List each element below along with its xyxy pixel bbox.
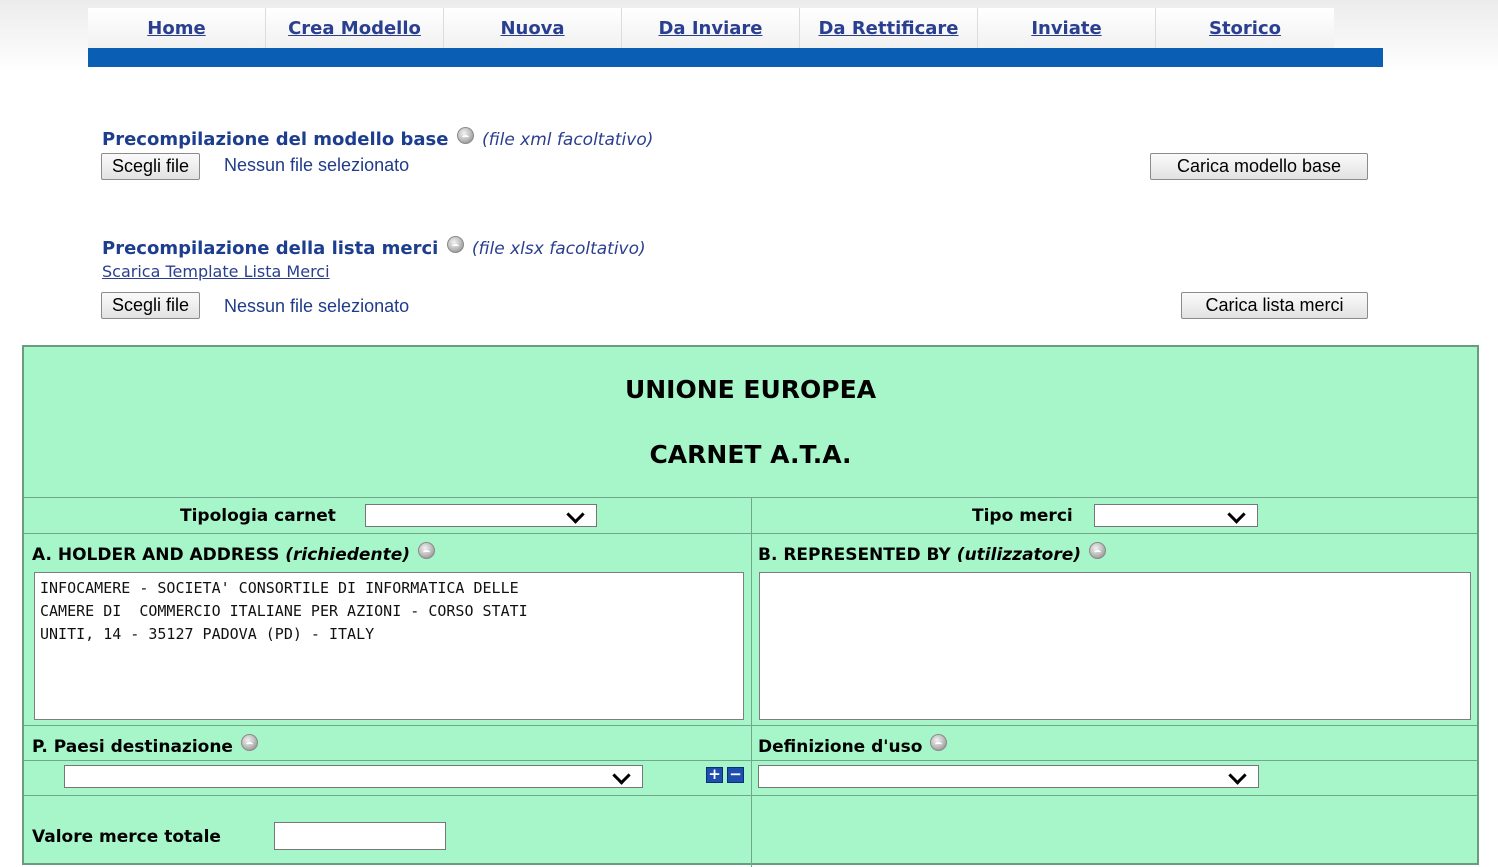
valore-label: Valore merce totale	[32, 827, 221, 847]
chevron-down-icon	[612, 766, 631, 785]
load-base-model-button[interactable]: Carica modello base	[1150, 153, 1368, 180]
represented-hint: (utilizzatore)	[956, 545, 1082, 565]
tipologia-label: Tipologia carnet	[180, 506, 336, 526]
info-icon[interactable]	[240, 734, 258, 751]
form-heading-eu: UNIONE EUROPEA	[624, 375, 877, 404]
holder-textarea[interactable]: INFOCAMERE - SOCIETA' CONSORTILE DI INFO…	[34, 572, 744, 720]
base-upload-title-text: Precompilazione del modello base	[102, 129, 449, 150]
nav-nuova[interactable]: Nuova	[444, 8, 622, 48]
load-goods-list-button[interactable]: Carica lista merci	[1181, 292, 1368, 319]
paesi-label-text: P. Paesi destinazione	[32, 737, 233, 757]
tipologia-select[interactable]	[365, 504, 597, 527]
nav-da-rettificare[interactable]: Da Rettificare	[800, 8, 978, 48]
carnet-form-panel: UNIONE EUROPEA CARNET A.T.A. Tipologia c…	[22, 345, 1479, 867]
paesi-select[interactable]	[64, 765, 643, 788]
uso-label-text: Definizione d'uso	[758, 737, 923, 757]
base-file-status: Nessun file selezionato	[224, 155, 410, 175]
tipo-merci-label: Tipo merci	[972, 506, 1073, 526]
base-upload-title: Precompilazione del modello base (file x…	[102, 127, 653, 150]
choose-goods-file-button[interactable]: Scegli file	[101, 292, 201, 319]
tipo-merci-select[interactable]	[1094, 504, 1258, 527]
download-template-link[interactable]: Scarica Template Lista Merci	[102, 262, 330, 281]
info-icon[interactable]	[1088, 542, 1106, 559]
goods-upload-hint: (file xlsx facoltativo)	[471, 239, 646, 259]
plus-icon[interactable]: +	[706, 767, 723, 783]
info-icon[interactable]	[417, 542, 435, 559]
nav-inviate[interactable]: Inviate	[978, 8, 1156, 48]
base-upload-hint: (file xml facoltativo)	[481, 130, 654, 150]
goods-upload-title: Precompilazione della lista merci (file …	[102, 236, 646, 259]
nav-crea-modello[interactable]: Crea Modello	[266, 8, 444, 48]
nav-storico[interactable]: Storico	[1156, 8, 1334, 48]
nav-da-inviare[interactable]: Da Inviare	[622, 8, 800, 48]
divider	[751, 497, 752, 867]
holder-hint: (richiedente)	[285, 545, 410, 565]
holder-label-text: A. HOLDER AND ADDRESS	[32, 545, 280, 565]
main-nav: Home Crea Modello Nuova Da Inviare Da Re…	[88, 8, 1383, 48]
info-icon[interactable]	[456, 127, 474, 144]
chevron-down-icon	[1227, 505, 1246, 524]
nav-home[interactable]: Home	[88, 8, 266, 48]
valore-input[interactable]	[274, 822, 446, 850]
nav-underline-bar	[88, 48, 1383, 67]
uso-label: Definizione d'uso	[758, 734, 949, 757]
represented-textarea[interactable]	[759, 572, 1471, 720]
form-heading-carnet: CARNET A.T.A.	[649, 440, 852, 469]
goods-upload-title-text: Precompilazione della lista merci	[102, 238, 439, 259]
info-icon[interactable]	[930, 734, 948, 751]
holder-label: A. HOLDER AND ADDRESS (richiedente)	[32, 542, 437, 565]
represented-label-text: B. REPRESENTED BY	[758, 545, 951, 565]
paesi-label: P. Paesi destinazione	[32, 734, 260, 757]
choose-base-file-button[interactable]: Scegli file	[101, 153, 201, 180]
minus-icon[interactable]: −	[727, 767, 744, 783]
chevron-down-icon	[1228, 766, 1247, 785]
uso-select[interactable]	[758, 765, 1259, 788]
represented-label: B. REPRESENTED BY (utilizzatore)	[758, 542, 1108, 565]
goods-file-status: Nessun file selezionato	[224, 296, 410, 316]
chevron-down-icon	[566, 505, 585, 524]
info-icon[interactable]	[446, 236, 464, 253]
